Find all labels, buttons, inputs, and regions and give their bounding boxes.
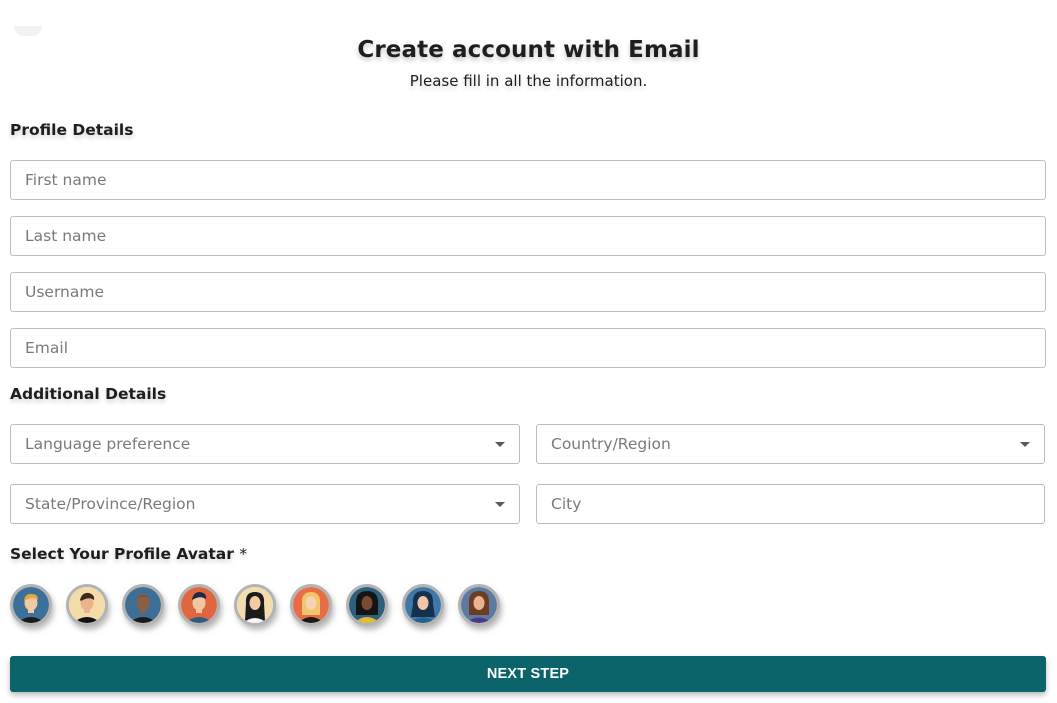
avatar-8-icon: [405, 587, 441, 623]
avatar-9-icon: [461, 587, 497, 623]
city-input[interactable]: [536, 484, 1045, 524]
language-preference-select[interactable]: Language preference: [10, 424, 520, 464]
state-province-region-label: State/Province/Region: [25, 495, 196, 513]
avatar-5-icon: [237, 587, 273, 623]
avatar-3-icon: [125, 587, 161, 623]
language-preference-label: Language preference: [25, 435, 191, 453]
avatar-option-4[interactable]: [178, 584, 220, 626]
email-input[interactable]: [10, 328, 1046, 368]
avatar-option-3[interactable]: [122, 584, 164, 626]
next-step-button[interactable]: NEXT STEP: [10, 656, 1046, 692]
chevron-down-icon: [1020, 442, 1030, 447]
avatar-7-icon: [349, 587, 385, 623]
chevron-down-icon: [495, 502, 505, 507]
last-name-input[interactable]: [10, 216, 1046, 256]
avatar-6-icon: [293, 587, 329, 623]
country-region-label: Country/Region: [551, 435, 671, 453]
avatar-4-icon: [181, 587, 217, 623]
avatar-section-heading: Select Your Profile Avatar *: [10, 545, 247, 563]
state-province-region-select[interactable]: State/Province/Region: [10, 484, 520, 524]
avatar-2-icon: [69, 587, 105, 623]
avatar-option-1[interactable]: [10, 584, 52, 626]
corner-decoration: [14, 26, 42, 36]
page-subtitle: Please fill in all the information.: [409, 72, 648, 90]
required-asterisk: *: [239, 545, 248, 563]
username-input[interactable]: [10, 272, 1046, 312]
avatar-option-6[interactable]: [290, 584, 332, 626]
page-title: Create account with Email: [357, 37, 700, 63]
avatar-option-9[interactable]: [458, 584, 500, 626]
create-account-page: Create account with Email Please fill in…: [0, 0, 1057, 703]
profile-details-heading: Profile Details: [10, 121, 134, 139]
avatar-option-5[interactable]: [234, 584, 276, 626]
chevron-down-icon: [495, 442, 505, 447]
avatar-option-2[interactable]: [66, 584, 108, 626]
avatar-option-7[interactable]: [346, 584, 388, 626]
country-region-select[interactable]: Country/Region: [536, 424, 1045, 464]
avatar-heading-text: Select Your Profile Avatar: [10, 545, 234, 563]
avatar-option-8[interactable]: [402, 584, 444, 626]
first-name-input[interactable]: [10, 160, 1046, 200]
additional-details-heading: Additional Details: [10, 385, 167, 403]
avatar-1-icon: [13, 587, 49, 623]
